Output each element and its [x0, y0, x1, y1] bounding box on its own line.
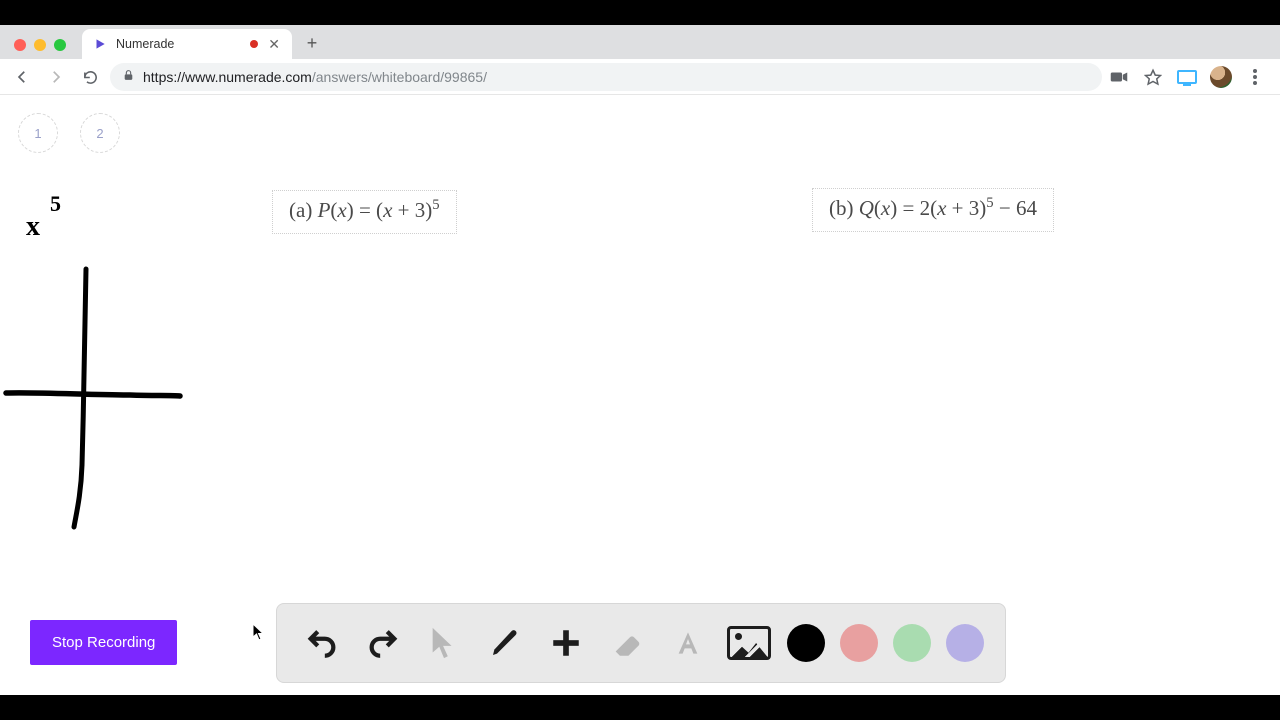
- add-tool[interactable]: [543, 620, 589, 666]
- toolbar-right: [1108, 66, 1272, 88]
- handwritten-x: x: [26, 211, 40, 243]
- profile-avatar[interactable]: [1210, 66, 1232, 88]
- kebab-menu-icon[interactable]: [1244, 66, 1266, 88]
- tab-title: Numerade: [116, 37, 242, 51]
- equation-a[interactable]: (a) P(x) = (x + 3)5: [272, 190, 457, 234]
- equation-b[interactable]: (b) Q(x) = 2(x + 3)5 − 64: [812, 188, 1054, 232]
- color-swatch-green[interactable]: [893, 624, 931, 662]
- reload-button[interactable]: [76, 63, 104, 91]
- color-swatch-black[interactable]: [787, 624, 825, 662]
- color-swatch-purple[interactable]: [946, 624, 984, 662]
- image-icon: [727, 626, 771, 660]
- pointer-tool[interactable]: [421, 620, 467, 666]
- window-minimize[interactable]: [34, 39, 46, 51]
- bookmark-star-icon[interactable]: [1142, 66, 1164, 88]
- url-text: https://www.numerade.com/answers/whitebo…: [143, 69, 487, 85]
- new-tab-button[interactable]: +: [298, 29, 326, 57]
- text-tool[interactable]: [665, 620, 711, 666]
- window-controls: [8, 39, 76, 59]
- page-thumb-2[interactable]: 2: [80, 113, 120, 153]
- undo-button[interactable]: [299, 620, 345, 666]
- color-swatch-red[interactable]: [840, 624, 878, 662]
- page-thumbnails: 1 2: [18, 113, 120, 153]
- lock-icon: [122, 69, 135, 85]
- address-row: https://www.numerade.com/answers/whitebo…: [0, 59, 1280, 95]
- browser-tab[interactable]: Numerade ✕: [82, 29, 292, 59]
- whiteboard-page: 1 2 (a) P(x) = (x + 3)5 (b) Q(x) = 2(x +…: [0, 95, 1280, 695]
- recording-indicator-icon: [250, 40, 258, 48]
- hand-drawn-axes: [0, 265, 200, 535]
- stop-recording-button[interactable]: Stop Recording: [30, 620, 177, 665]
- page-thumb-1[interactable]: 1: [18, 113, 58, 153]
- window-zoom[interactable]: [54, 39, 66, 51]
- pen-tool[interactable]: [482, 620, 528, 666]
- whiteboard-toolbar: [276, 603, 1006, 683]
- tab-favicon: [92, 36, 108, 52]
- extension-icon[interactable]: [1176, 66, 1198, 88]
- back-button[interactable]: [8, 63, 36, 91]
- eraser-tool[interactable]: [604, 620, 650, 666]
- mouse-cursor-icon: [252, 623, 266, 641]
- handwritten-exponent: 5: [50, 191, 61, 217]
- window-close[interactable]: [14, 39, 26, 51]
- tab-close-icon[interactable]: ✕: [266, 37, 282, 51]
- address-bar[interactable]: https://www.numerade.com/answers/whitebo…: [110, 63, 1102, 91]
- redo-button[interactable]: [360, 620, 406, 666]
- tab-strip: Numerade ✕ +: [0, 25, 1280, 59]
- browser-chrome: Numerade ✕ +: [0, 25, 1280, 95]
- forward-button[interactable]: [42, 63, 70, 91]
- camera-icon[interactable]: [1108, 66, 1130, 88]
- image-tool[interactable]: [726, 620, 772, 666]
